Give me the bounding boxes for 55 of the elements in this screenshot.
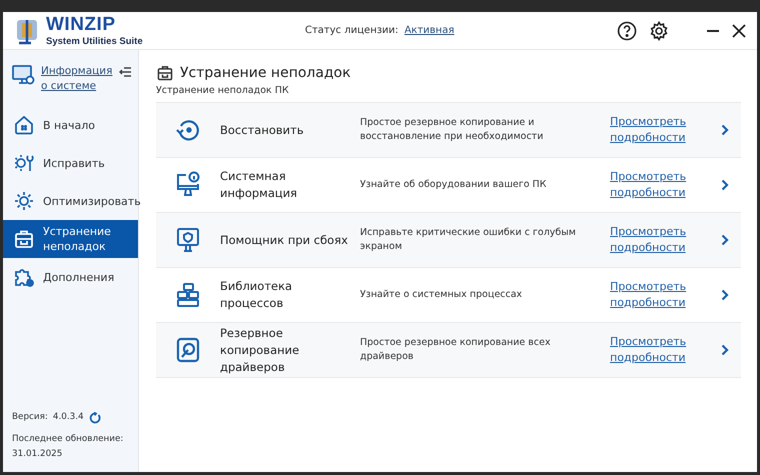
- chevron-right-icon[interactable]: [721, 124, 729, 136]
- wrench-gear-icon: [13, 152, 35, 174]
- details-link[interactable]: Просмотреть подробности: [610, 169, 700, 201]
- monitor-info-icon: [11, 64, 35, 86]
- toolbox-icon: [156, 64, 174, 82]
- nav-item[interactable]: Устранение неполадок: [3, 220, 138, 258]
- tool-description: Узнайте об оборудовании вашего ПК: [360, 178, 548, 192]
- details-link[interactable]: Просмотреть подробности: [610, 114, 700, 146]
- license-label: Статус лицензии:: [305, 25, 398, 36]
- tool-description: Исправьте критические ошибки с голубым экраном: [360, 226, 577, 254]
- nav-item[interactable]: Оптимизировать: [3, 182, 138, 220]
- version-number: 4.0.3.4: [52, 411, 84, 424]
- home-icon: [13, 114, 35, 136]
- details-link[interactable]: Просмотреть подробности: [610, 334, 700, 366]
- refresh-icon[interactable]: [88, 412, 101, 424]
- tool-name: Помощник при сбоях: [220, 232, 349, 248]
- help-icon: [617, 20, 637, 40]
- tool-description: Простое резервное копирование всех драйверов: [360, 336, 552, 364]
- details-link[interactable]: Просмотреть подробности: [610, 224, 700, 256]
- settings-icon: [649, 20, 669, 40]
- nav-item[interactable]: Дополнения: [3, 258, 138, 296]
- system-info-link[interactable]: Информация о системе: [41, 64, 113, 94]
- tool-name: Системная информация: [220, 168, 298, 202]
- close-button[interactable]: [731, 22, 747, 38]
- help-button[interactable]: [617, 20, 637, 40]
- minimize-button[interactable]: [707, 30, 719, 32]
- monitor-alert-icon: [175, 226, 201, 254]
- chevron-right-icon[interactable]: [721, 344, 729, 356]
- flowchart-icon: [175, 282, 201, 308]
- tool-description: Узнайте о системных процессах: [360, 288, 524, 302]
- monitor-info-icon: [174, 171, 202, 199]
- chevron-right-icon[interactable]: [721, 289, 729, 301]
- page-subtitle: Устранение неполадок ПК: [156, 85, 290, 96]
- details-link[interactable]: Просмотреть подробности: [610, 279, 700, 311]
- page-title: Устранение неполадок: [180, 65, 351, 81]
- close-icon: [731, 22, 747, 38]
- toolbox-icon: [13, 228, 35, 250]
- chevron-right-icon[interactable]: [721, 234, 729, 246]
- chevron-right-icon[interactable]: [721, 179, 729, 191]
- tool-description: Простое резервное копирование и восстановление при необходимости: [360, 116, 544, 144]
- puzzle-icon: [13, 266, 35, 288]
- version-label: Версия:: [12, 411, 48, 424]
- license-status-link[interactable]: Активная: [404, 25, 454, 36]
- last-update-date: 31.01.2025: [12, 448, 64, 461]
- tool-name: Восстановить: [220, 122, 305, 138]
- tool-name: Резервное копирование драйверов: [220, 324, 300, 376]
- tool-name: Библиотека процессов: [220, 278, 294, 312]
- settings-button[interactable]: [649, 20, 669, 40]
- nav-item[interactable]: Исправить: [3, 144, 138, 182]
- logo-subtitle: System Utilities Suite: [46, 36, 143, 47]
- nav-item[interactable]: В начало: [3, 106, 138, 144]
- last-update-label: Последнее обновление:: [12, 433, 124, 446]
- collapse-menu-icon: [119, 66, 132, 78]
- logo-title: WINZIP: [46, 14, 116, 36]
- minimize-icon: [707, 30, 719, 32]
